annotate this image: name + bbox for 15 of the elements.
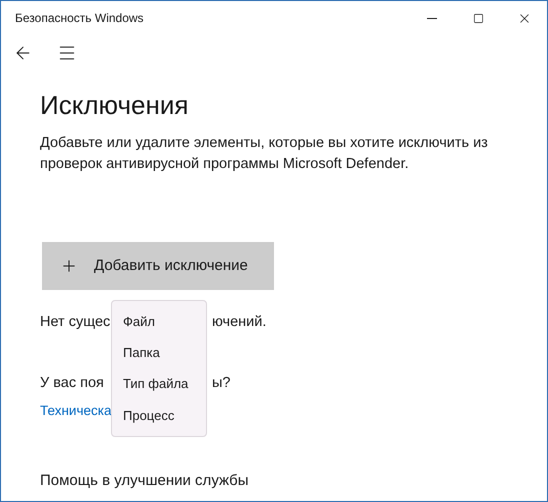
description-text: Добавьте или удалите элементы, которые вы хотите исключить из проверок антивирусной программы Microsoft Defender.	[40, 134, 489, 174]
menu-item[interactable]: Процесс	[112, 400, 206, 431]
menu-item[interactable]: Тип файла	[112, 368, 206, 400]
page-heading: Исключения	[40, 89, 190, 121]
maximize-icon	[472, 12, 484, 24]
status-text: Нет сущес	[40, 314, 110, 330]
window-title: Безопасность Windows	[15, 10, 144, 27]
menu-item[interactable]: Папка	[112, 337, 206, 368]
support-link[interactable]: Техническа	[40, 403, 112, 418]
status-text: ючений.	[212, 313, 266, 332]
question-text: ы?	[212, 374, 230, 393]
question-text: У вас поя	[40, 375, 104, 391]
add-exclusion-button[interactable]: Добавить исключение	[42, 242, 274, 290]
menu-item[interactable]: Файл	[112, 306, 206, 338]
section-heading: Помощь в улучшении службы	[40, 471, 250, 491]
